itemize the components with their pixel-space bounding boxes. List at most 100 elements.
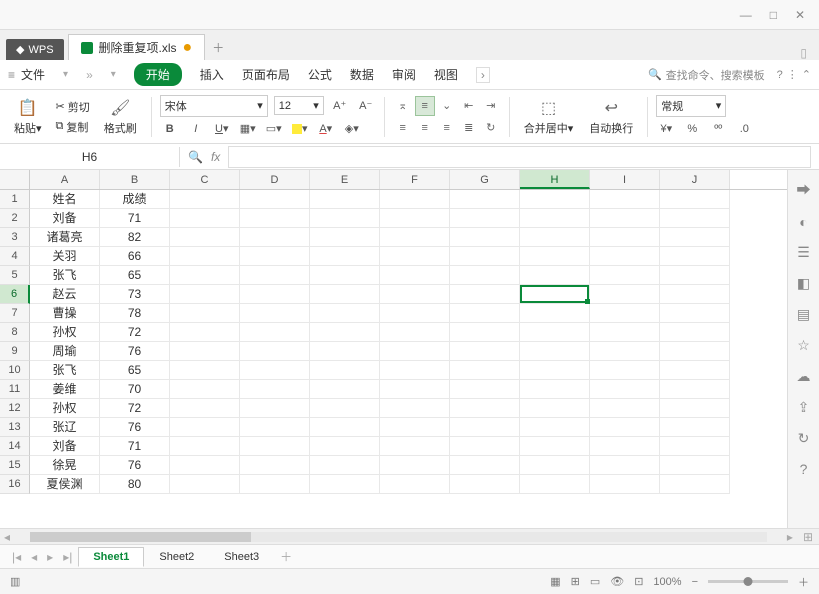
- spreadsheet-grid[interactable]: ABCDEFGHIJ 1姓名成绩2刘备713诸葛亮824关羽665张飞656赵云…: [0, 170, 787, 528]
- add-sheet-button[interactable]: ＋: [276, 548, 296, 565]
- cell[interactable]: [380, 266, 450, 285]
- column-header[interactable]: G: [450, 170, 520, 189]
- row-header[interactable]: 5: [0, 266, 30, 285]
- view-page[interactable]: ▭: [590, 575, 600, 588]
- cell[interactable]: [170, 361, 240, 380]
- cell[interactable]: 孙权: [30, 399, 100, 418]
- sheet-nav-last[interactable]: ▸|: [59, 550, 76, 564]
- cell[interactable]: [380, 304, 450, 323]
- cell[interactable]: [310, 228, 380, 247]
- row-header[interactable]: 13: [0, 418, 30, 437]
- row-header[interactable]: 1: [0, 190, 30, 209]
- search-fx-icon[interactable]: 🔍: [188, 150, 203, 164]
- cell[interactable]: [590, 380, 660, 399]
- fx-label[interactable]: fx: [211, 150, 220, 164]
- cell[interactable]: 刘备: [30, 209, 100, 228]
- row-header[interactable]: 3: [0, 228, 30, 247]
- cell[interactable]: [660, 380, 730, 399]
- cell[interactable]: 姜维: [30, 380, 100, 399]
- row-header[interactable]: 2: [0, 209, 30, 228]
- cell[interactable]: [170, 266, 240, 285]
- cell[interactable]: [660, 323, 730, 342]
- cell[interactable]: [170, 342, 240, 361]
- column-header[interactable]: H: [520, 170, 590, 189]
- wrap-text-button[interactable]: ↩ 自动换行: [583, 96, 639, 138]
- app-badge[interactable]: ◆ WPS: [6, 39, 64, 60]
- cell[interactable]: 76: [100, 418, 170, 437]
- cell[interactable]: [450, 437, 520, 456]
- underline-button[interactable]: U▾: [212, 119, 232, 139]
- cell-style-button[interactable]: ▭▾: [264, 119, 284, 139]
- row-header[interactable]: 10: [0, 361, 30, 380]
- cell[interactable]: [170, 418, 240, 437]
- cell[interactable]: [520, 323, 590, 342]
- cell[interactable]: [520, 304, 590, 323]
- copy-button[interactable]: ⧉复制: [52, 118, 94, 136]
- cell[interactable]: 诸葛亮: [30, 228, 100, 247]
- cell[interactable]: [240, 266, 310, 285]
- cell[interactable]: [520, 228, 590, 247]
- cell[interactable]: 80: [100, 475, 170, 494]
- maximize-button[interactable]: □: [770, 8, 777, 22]
- cell[interactable]: [520, 399, 590, 418]
- tabs-scroll-right[interactable]: ›: [476, 67, 490, 83]
- cell[interactable]: [310, 266, 380, 285]
- cell[interactable]: [240, 209, 310, 228]
- cell[interactable]: [380, 190, 450, 209]
- column-header[interactable]: F: [380, 170, 450, 189]
- row-header[interactable]: 6: [0, 285, 30, 304]
- analysis-icon[interactable]: ◧: [797, 275, 810, 292]
- align-top[interactable]: ⌅: [393, 96, 413, 116]
- border-button[interactable]: ▦▾: [238, 119, 258, 139]
- cell[interactable]: [310, 418, 380, 437]
- cell[interactable]: [590, 361, 660, 380]
- cell[interactable]: [310, 437, 380, 456]
- cell[interactable]: [240, 399, 310, 418]
- cell[interactable]: [450, 266, 520, 285]
- minimize-button[interactable]: —: [740, 8, 752, 22]
- cell[interactable]: [170, 304, 240, 323]
- cell[interactable]: [240, 285, 310, 304]
- cell[interactable]: [310, 342, 380, 361]
- cell[interactable]: [240, 228, 310, 247]
- cell[interactable]: [380, 380, 450, 399]
- cell[interactable]: [310, 456, 380, 475]
- cell[interactable]: [450, 418, 520, 437]
- cell[interactable]: [520, 209, 590, 228]
- row-header[interactable]: 14: [0, 437, 30, 456]
- cell[interactable]: 夏侯渊: [30, 475, 100, 494]
- cell[interactable]: 65: [100, 361, 170, 380]
- cell[interactable]: [450, 209, 520, 228]
- collapse-ribbon[interactable]: ⌃: [802, 68, 811, 81]
- cell[interactable]: [310, 190, 380, 209]
- close-button[interactable]: ✕: [795, 8, 805, 22]
- cell[interactable]: [520, 361, 590, 380]
- cell[interactable]: 71: [100, 437, 170, 456]
- cell[interactable]: [380, 228, 450, 247]
- sheet-tab[interactable]: Sheet2: [144, 547, 209, 567]
- font-family-combo[interactable]: 宋体▾: [160, 95, 268, 117]
- view-pagebreak[interactable]: ⊞: [571, 575, 580, 588]
- cell[interactable]: [660, 456, 730, 475]
- cell[interactable]: [660, 285, 730, 304]
- cell[interactable]: [660, 418, 730, 437]
- cell[interactable]: 曹操: [30, 304, 100, 323]
- column-header[interactable]: I: [590, 170, 660, 189]
- tab-data[interactable]: 数据: [350, 66, 374, 83]
- cell[interactable]: 成绩: [100, 190, 170, 209]
- cell[interactable]: [520, 380, 590, 399]
- cell[interactable]: [240, 304, 310, 323]
- search-placeholder[interactable]: 查找命令、搜索模板: [666, 67, 765, 83]
- zoom-value[interactable]: 100%: [653, 576, 681, 588]
- cell[interactable]: [660, 209, 730, 228]
- cell[interactable]: 71: [100, 209, 170, 228]
- view-custom[interactable]: ⊡: [634, 575, 643, 588]
- tab-layout[interactable]: 页面布局: [242, 66, 290, 83]
- menu-icon[interactable]: ≡: [8, 68, 15, 82]
- select-tool-icon[interactable]: ◐: [799, 214, 807, 230]
- cell[interactable]: [520, 437, 590, 456]
- cell[interactable]: 周瑜: [30, 342, 100, 361]
- cell[interactable]: [450, 380, 520, 399]
- cell[interactable]: [380, 418, 450, 437]
- cell[interactable]: [660, 304, 730, 323]
